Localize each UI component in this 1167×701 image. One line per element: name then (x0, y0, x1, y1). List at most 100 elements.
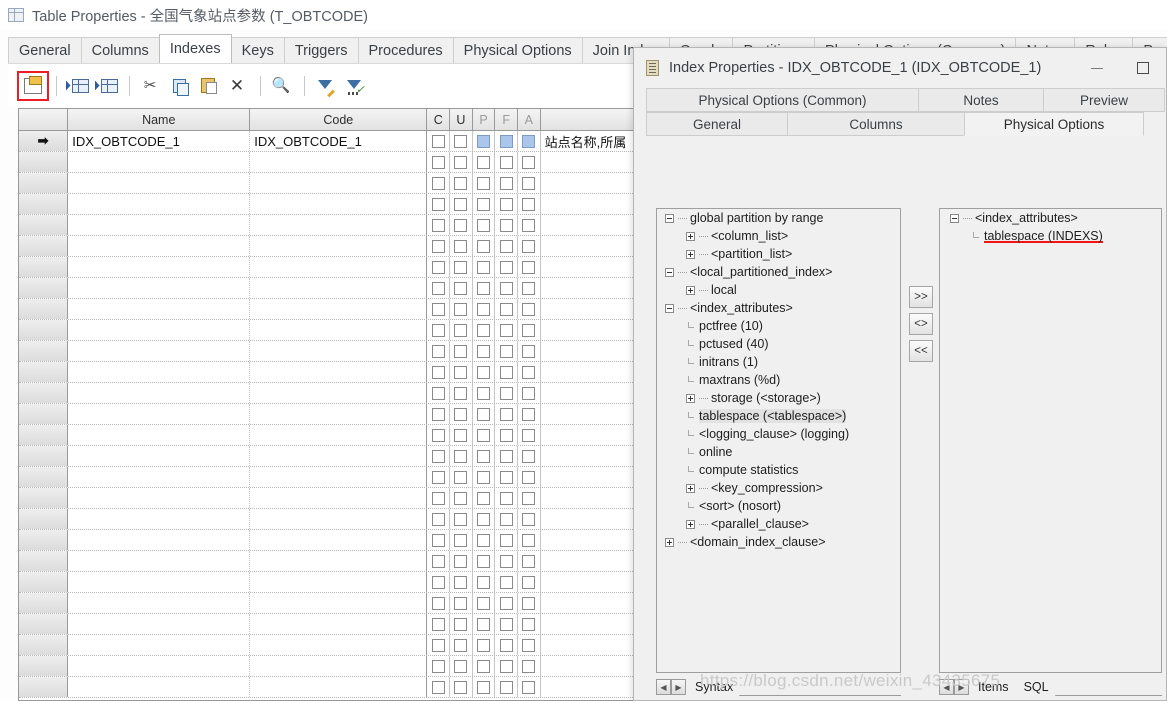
cell-empty[interactable] (541, 656, 639, 676)
cell-empty[interactable] (250, 551, 428, 571)
table-row[interactable] (19, 194, 639, 215)
cell-empty[interactable] (518, 446, 541, 466)
cell-empty[interactable] (427, 467, 451, 487)
cell-empty[interactable] (250, 278, 428, 298)
checkbox[interactable] (431, 176, 445, 190)
checkbox[interactable] (522, 176, 536, 190)
cell-empty[interactable] (518, 572, 541, 592)
minimize-icon[interactable] (1074, 53, 1120, 83)
cell-empty[interactable] (495, 383, 518, 403)
cell-empty[interactable] (495, 215, 518, 235)
checkbox[interactable] (454, 407, 468, 421)
cell-empty[interactable] (518, 488, 541, 508)
checkbox[interactable] (454, 617, 468, 631)
checkbox[interactable] (522, 428, 536, 442)
checkbox[interactable] (476, 281, 490, 295)
cell-empty[interactable] (473, 215, 496, 235)
items-tree-right[interactable]: <index_attributes> tablespace (INDEXS) (939, 208, 1162, 673)
table-row[interactable] (19, 152, 639, 173)
cell-empty[interactable] (427, 278, 451, 298)
move-left-button[interactable]: << (909, 340, 933, 362)
expand-icon[interactable] (686, 249, 695, 259)
checkbox[interactable] (522, 197, 536, 211)
table-row[interactable] (19, 656, 639, 677)
expand-icon[interactable] (686, 393, 695, 403)
cell-empty[interactable] (495, 467, 518, 487)
cell-empty[interactable] (450, 425, 473, 445)
cell-empty[interactable] (541, 341, 639, 361)
checkbox[interactable] (454, 281, 468, 295)
cell-empty[interactable] (250, 446, 428, 466)
cell-empty[interactable] (473, 257, 496, 277)
cell-empty[interactable] (19, 488, 69, 508)
cell-empty[interactable] (450, 530, 473, 550)
cell-empty[interactable] (19, 194, 69, 214)
tab-physical-options[interactable]: Physical Options (452, 37, 583, 63)
table-row[interactable] (19, 236, 639, 257)
cell-empty[interactable] (427, 362, 451, 382)
tree-node[interactable]: global partition by range (657, 209, 900, 227)
pane-tab-syntax[interactable]: Syntax (686, 678, 747, 696)
cell-empty[interactable] (495, 341, 518, 361)
cell-empty[interactable] (473, 635, 496, 655)
table-row[interactable] (19, 425, 639, 446)
cell-empty[interactable] (427, 320, 451, 340)
tree-node[interactable]: <key_compression> (657, 479, 900, 497)
cell-empty[interactable] (19, 383, 69, 403)
cell-empty[interactable] (427, 404, 451, 424)
checkbox[interactable] (499, 218, 513, 232)
checkbox[interactable] (499, 176, 513, 190)
cell-empty[interactable] (250, 320, 428, 340)
tree-node[interactable]: pctfree (10) (657, 317, 900, 335)
tree-node[interactable]: <index_attributes> (657, 299, 900, 317)
cell-empty[interactable] (450, 572, 473, 592)
cell-empty[interactable] (19, 593, 69, 613)
cell-empty[interactable] (250, 635, 428, 655)
cell-empty[interactable] (450, 446, 473, 466)
checkbox[interactable] (476, 575, 490, 589)
cell-empty[interactable] (473, 572, 496, 592)
checkbox[interactable] (454, 302, 468, 316)
cell-empty[interactable] (250, 173, 428, 193)
cell-empty[interactable] (495, 614, 518, 634)
cell-empty[interactable] (450, 152, 473, 172)
cell-empty[interactable] (518, 551, 541, 571)
cell-empty[interactable] (473, 362, 496, 382)
table-row[interactable] (19, 257, 639, 278)
cell-empty[interactable] (250, 341, 428, 361)
cell-empty[interactable] (68, 320, 251, 340)
checkbox[interactable] (499, 260, 513, 274)
cell-empty[interactable] (495, 677, 518, 697)
cell-empty[interactable] (68, 173, 251, 193)
checkbox[interactable] (499, 617, 513, 631)
checkbox[interactable] (431, 302, 445, 316)
apply-filter-icon[interactable]: ✓ (341, 74, 367, 98)
cell-empty[interactable] (250, 257, 428, 277)
cell-empty[interactable] (19, 362, 69, 382)
table-row[interactable] (19, 593, 639, 614)
cell-empty[interactable] (518, 173, 541, 193)
checkbox[interactable] (499, 323, 513, 337)
cell-empty[interactable] (541, 635, 639, 655)
cell-empty[interactable] (68, 635, 251, 655)
cell-empty[interactable] (518, 404, 541, 424)
tree-node[interactable]: pctused (40) (657, 335, 900, 353)
table-row[interactable]: ➡ IDX_OBTCODE_1 IDX_OBTCODE_1 站点名称,所属 (19, 131, 639, 152)
checkbox[interactable] (476, 407, 490, 421)
checkbox[interactable] (522, 533, 536, 547)
checkbox[interactable] (499, 638, 513, 652)
cell-empty[interactable] (427, 509, 451, 529)
checkbox[interactable] (431, 260, 445, 274)
checkbox[interactable] (499, 155, 513, 169)
checkbox[interactable] (431, 512, 445, 526)
checkbox[interactable] (454, 239, 468, 253)
cell-empty[interactable] (541, 404, 639, 424)
checkbox[interactable] (522, 344, 536, 358)
cell-empty[interactable] (68, 572, 251, 592)
scroll-left-icon[interactable]: ◀ (656, 679, 671, 695)
checkbox[interactable] (476, 197, 490, 211)
cell-empty[interactable] (250, 488, 428, 508)
cell-empty[interactable] (495, 194, 518, 214)
table-row[interactable] (19, 530, 639, 551)
cell-empty[interactable] (450, 467, 473, 487)
